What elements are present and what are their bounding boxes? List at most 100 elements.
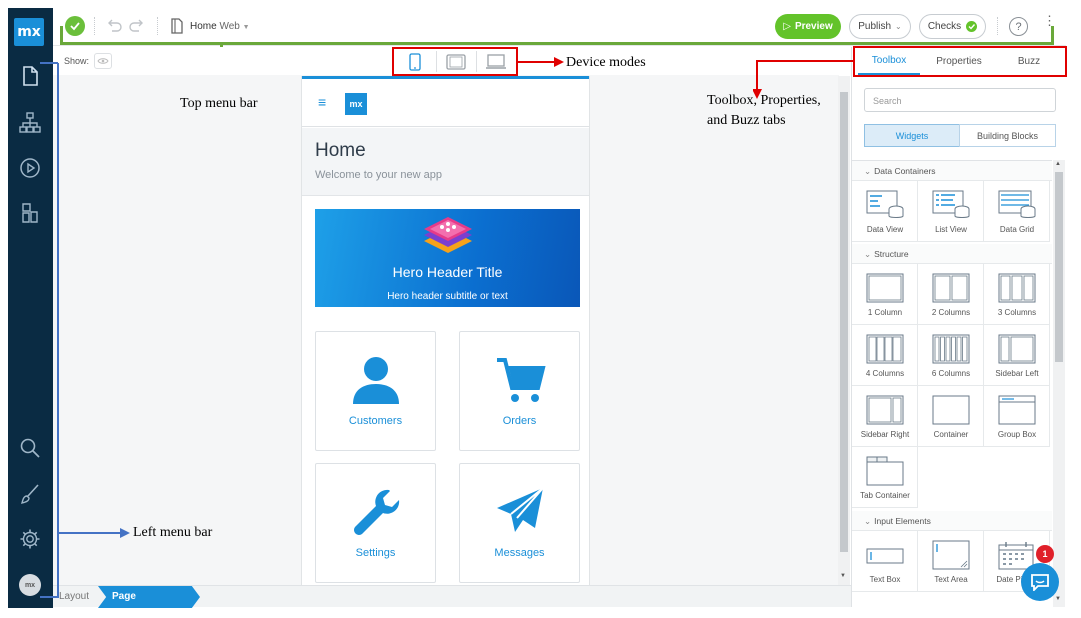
top-menu-bar-bracket-right xyxy=(1051,26,1054,44)
two-columns-icon xyxy=(932,273,970,303)
document-name: Home xyxy=(190,21,217,32)
tab-container-icon xyxy=(866,456,904,486)
widget-container[interactable]: Container xyxy=(918,386,984,447)
toolbox-search-input[interactable]: Search xyxy=(864,88,1056,112)
widget-list-view[interactable]: List View xyxy=(918,181,984,242)
page-header[interactable]: Home Welcome to your new app xyxy=(302,128,589,196)
paper-plane-icon xyxy=(497,487,544,532)
left-menu-bar-bracket-bottom xyxy=(40,596,58,598)
play-icon: ▷ xyxy=(783,21,791,32)
top-menu-bar-bracket xyxy=(60,42,1054,45)
hero-header[interactable]: Hero Header Title Hero header subtitle o… xyxy=(315,209,580,307)
theme-brush-icon[interactable] xyxy=(18,482,42,506)
section-input-elements[interactable]: ⌄ Input Elements xyxy=(852,511,1052,531)
toolbox-list: ⌄ Data Containers Data View List View Dat… xyxy=(852,160,1052,607)
text-box-icon xyxy=(866,548,904,564)
checks-button[interactable]: Checks xyxy=(919,14,986,39)
person-icon xyxy=(353,357,399,404)
scroll-down-icon[interactable]: ▼ xyxy=(1055,596,1061,602)
widget-data-grid[interactable]: Data Grid xyxy=(984,181,1050,242)
four-columns-icon xyxy=(866,334,904,364)
canvas-scrollbar[interactable]: ▼ xyxy=(838,76,850,585)
chevron-down-icon: ▼ xyxy=(242,24,250,31)
annotation-tabs-line1: Toolbox, Properties, xyxy=(707,93,821,108)
six-columns-icon xyxy=(932,334,970,364)
widget-tab-container[interactable]: Tab Container xyxy=(852,447,918,508)
layers-illustration-icon xyxy=(424,217,472,253)
widget-sidebar-left[interactable]: Sidebar Left xyxy=(984,325,1050,386)
left-menu-bar-arrow xyxy=(58,528,130,538)
segment-building-blocks[interactable]: Building Blocks xyxy=(959,124,1056,147)
cart-icon xyxy=(497,358,546,402)
tile-orders[interactable]: Orders xyxy=(459,331,580,451)
document-title[interactable]: Home Web ▼ xyxy=(190,21,250,32)
widget-1-column[interactable]: 1 Column xyxy=(852,264,918,325)
scroll-up-icon[interactable]: ▲ xyxy=(1055,161,1061,167)
document-icon xyxy=(167,16,187,36)
widget-sidebar-right[interactable]: Sidebar Right xyxy=(852,386,918,447)
tablet-mode-icon[interactable] xyxy=(436,51,474,72)
settings-gear-icon[interactable] xyxy=(18,527,42,551)
tab-toolbox[interactable]: Toolbox xyxy=(858,48,920,75)
sidebar-left-icon xyxy=(998,334,1036,364)
annotation-left-menu-bar: Left menu bar xyxy=(133,525,213,540)
hamburger-menu-icon[interactable]: ≡ xyxy=(318,95,326,109)
widget-2-columns[interactable]: 2 Columns xyxy=(918,264,984,325)
data-grid-icon xyxy=(998,190,1036,218)
user-avatar[interactable]: mx xyxy=(19,574,41,596)
left-menu-bar: mx mx xyxy=(8,8,53,608)
app-store-icon[interactable] xyxy=(18,201,42,225)
status-ok-icon[interactable] xyxy=(65,16,85,36)
chat-icon[interactable] xyxy=(1021,563,1059,601)
segment-widgets[interactable]: Widgets xyxy=(864,124,960,147)
breadcrumb-page[interactable]: Page xyxy=(98,586,200,608)
redo-icon[interactable] xyxy=(127,16,147,36)
phone-mode-icon[interactable] xyxy=(396,51,434,72)
widget-data-view[interactable]: Data View xyxy=(852,181,918,242)
widget-text-box[interactable]: Text Box xyxy=(852,531,918,592)
publish-label: Publish xyxy=(858,21,892,32)
desktop-mode-icon[interactable] xyxy=(476,51,514,72)
tile-customers[interactable]: Customers xyxy=(315,331,436,451)
scrollbar-thumb[interactable] xyxy=(1055,172,1063,362)
widget-label: Sidebar Left xyxy=(995,369,1039,378)
toolbox-scrollbar[interactable]: ▲ ▼ xyxy=(1053,160,1065,607)
toolbar-divider xyxy=(997,17,998,35)
project-explorer-icon[interactable] xyxy=(18,111,42,135)
run-icon[interactable] xyxy=(18,156,42,180)
help-icon[interactable]: ? xyxy=(1009,17,1028,36)
widget-group-box[interactable]: Group Box xyxy=(984,386,1050,447)
chevron-down-icon: ⌄ xyxy=(864,249,872,259)
tile-settings[interactable]: Settings xyxy=(315,463,436,583)
panel-tabs: Toolbox Properties Buzz xyxy=(853,46,1067,77)
pages-icon[interactable] xyxy=(18,64,42,88)
tab-properties[interactable]: Properties xyxy=(927,48,991,75)
preview-button[interactable]: ▷ Preview xyxy=(775,14,841,39)
scrollbar-thumb[interactable] xyxy=(840,92,848,552)
annotation-top-menu-bar: Top menu bar xyxy=(180,96,258,111)
tab-buzz[interactable]: Buzz xyxy=(997,48,1061,75)
eye-icon[interactable] xyxy=(94,53,112,69)
checks-label: Checks xyxy=(927,21,962,32)
phone-preview: ≡ mx Home Welcome to your new app Hero H… xyxy=(301,76,590,585)
undo-icon[interactable] xyxy=(104,16,124,36)
search-icon[interactable] xyxy=(18,436,42,460)
breadcrumb-layout[interactable]: Layout xyxy=(59,591,89,602)
widget-4-columns[interactable]: 4 Columns xyxy=(852,325,918,386)
left-menu-bar-bracket xyxy=(57,63,59,598)
section-structure[interactable]: ⌄ Structure xyxy=(852,244,1052,264)
notification-badge: 1 xyxy=(1036,545,1054,563)
widget-label: Data Grid xyxy=(999,225,1035,234)
widget-text-area[interactable]: Text Area xyxy=(918,531,984,592)
app-logo[interactable]: mx xyxy=(14,18,44,46)
tile-label: Orders xyxy=(502,415,537,427)
scroll-down-icon[interactable]: ▼ xyxy=(840,573,846,579)
more-options-icon[interactable]: ⋮ xyxy=(1043,14,1056,27)
hero-title: Hero Header Title xyxy=(392,264,503,280)
tile-messages[interactable]: Messages xyxy=(459,463,580,583)
top-menu-bar: Home Web ▼ ▷ Preview Publish ⌄ Checks ? … xyxy=(53,8,1066,46)
widget-3-columns[interactable]: 3 Columns xyxy=(984,264,1050,325)
widget-6-columns[interactable]: 6 Columns xyxy=(918,325,984,386)
publish-button[interactable]: Publish ⌄ xyxy=(849,14,911,39)
section-data-containers[interactable]: ⌄ Data Containers xyxy=(852,161,1052,181)
